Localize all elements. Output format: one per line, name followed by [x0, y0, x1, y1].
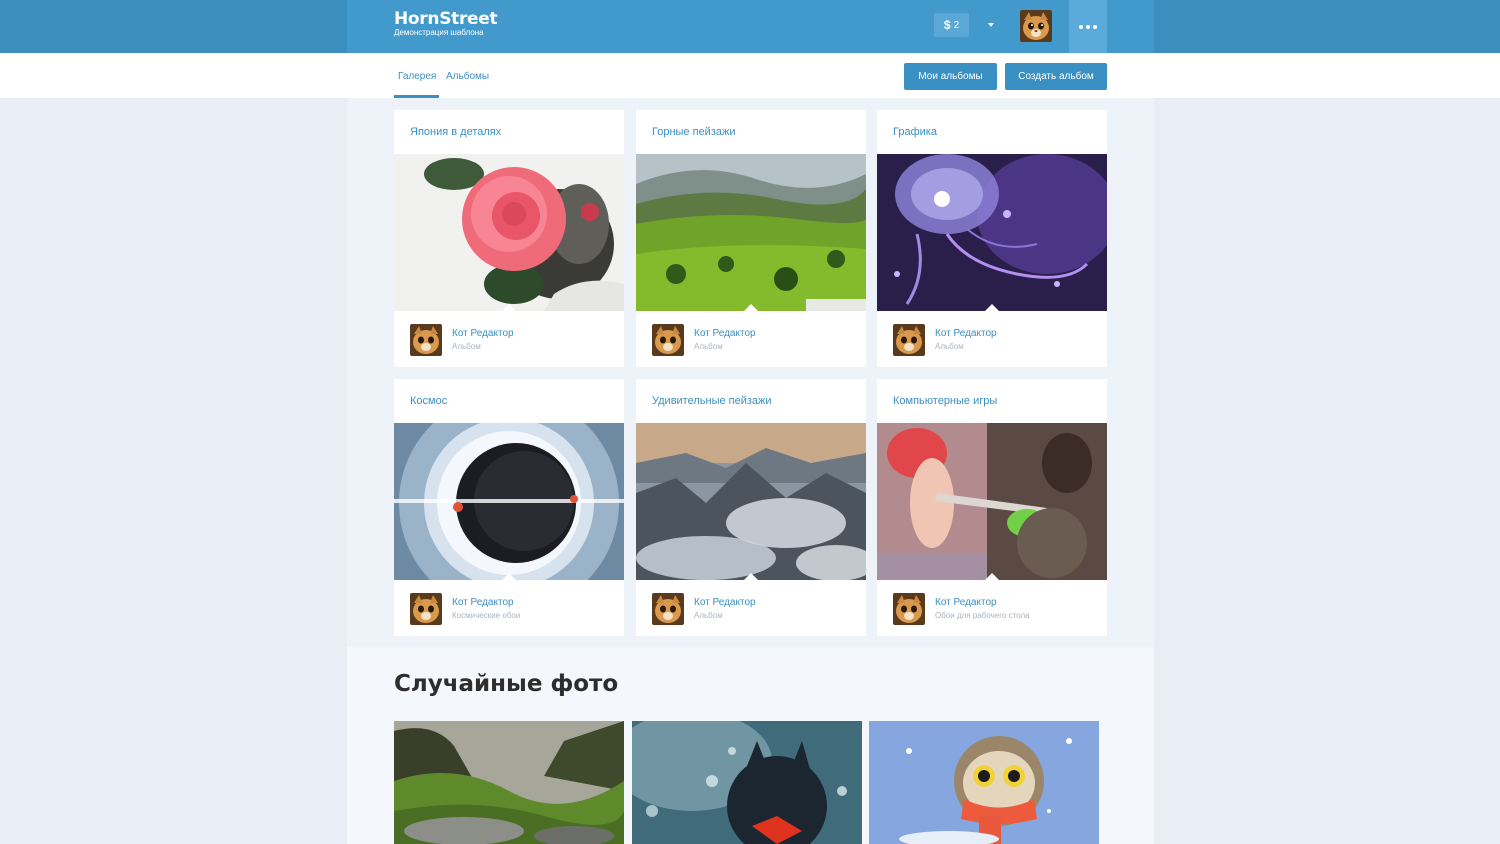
- header: HornStreet Демонстрация шаблона $ 2: [347, 0, 1154, 53]
- album-cover-image[interactable]: [636, 423, 866, 580]
- album-title[interactable]: Япония в деталях: [410, 126, 501, 138]
- notch: [985, 304, 999, 311]
- album-title[interactable]: Горные пейзажи: [652, 126, 736, 138]
- avatar[interactable]: [893, 324, 925, 356]
- random-photo[interactable]: [632, 721, 862, 844]
- album-subtitle: Альбом: [694, 611, 723, 620]
- credits-count: 2: [953, 19, 960, 31]
- album-cover-image[interactable]: [394, 423, 624, 580]
- sub-navigation: Галерея Альбомы Мои альбомы Создать альб…: [0, 53, 1500, 98]
- album-cover-image[interactable]: [877, 423, 1107, 580]
- notch: [502, 304, 516, 311]
- album-title[interactable]: Компьютерные игры: [893, 395, 997, 407]
- avatar[interactable]: [1020, 10, 1052, 42]
- album-subtitle: Альбом: [935, 342, 964, 351]
- album-card[interactable]: Япония в деталях Кот Редактор Альбом: [394, 110, 624, 367]
- album-subtitle: Космические обои: [452, 611, 521, 620]
- album-title[interactable]: Графика: [893, 126, 937, 138]
- logo[interactable]: HornStreet Демонстрация шаблона: [394, 9, 498, 38]
- author-link[interactable]: Кот Редактор: [452, 328, 514, 339]
- album-subtitle: Обои для рабочего стола: [935, 611, 1030, 620]
- dollar-icon: $: [943, 18, 951, 32]
- notch: [985, 573, 999, 580]
- author-link[interactable]: Кот Редактор: [452, 597, 514, 608]
- album-cover-image[interactable]: [636, 154, 866, 311]
- author-link[interactable]: Кот Редактор: [694, 597, 756, 608]
- random-photo[interactable]: [869, 721, 1099, 844]
- album-title[interactable]: Удивительные пейзажи: [652, 395, 772, 407]
- album-card[interactable]: Горные пейзажи Кот Редактор Альбом: [636, 110, 866, 367]
- album-title[interactable]: Космос: [410, 395, 447, 407]
- caret-down-icon[interactable]: [988, 23, 994, 27]
- album-card[interactable]: Удивительные пейзажи Кот Редактор Альбом: [636, 379, 866, 636]
- author-link[interactable]: Кот Редактор: [935, 328, 997, 339]
- create-album-button[interactable]: Создать альбом: [1005, 63, 1107, 90]
- avatar[interactable]: [893, 593, 925, 625]
- my-albums-button[interactable]: Мои альбомы: [904, 63, 997, 90]
- notch: [744, 304, 758, 311]
- album-cover-image[interactable]: [877, 154, 1107, 311]
- album-cover-image[interactable]: [394, 154, 624, 311]
- logo-subtitle: Демонстрация шаблона: [394, 28, 484, 37]
- top-bar: HornStreet Демонстрация шаблона $ 2: [0, 0, 1500, 53]
- credits-button[interactable]: $ 2: [934, 13, 969, 37]
- avatar[interactable]: [652, 324, 684, 356]
- avatar[interactable]: [652, 593, 684, 625]
- album-card[interactable]: Компьютерные игры Кот Редактор Обои для …: [877, 379, 1107, 636]
- album-card[interactable]: Космос Кот Редактор Космические обои: [394, 379, 624, 636]
- avatar[interactable]: [410, 324, 442, 356]
- tab-albums[interactable]: Альбомы: [446, 71, 489, 82]
- notch: [744, 573, 758, 580]
- album-subtitle: Альбом: [694, 342, 723, 351]
- logo-title: HornStreet: [394, 9, 498, 29]
- album-subtitle: Альбом: [452, 342, 481, 351]
- notch: [502, 573, 516, 580]
- more-dots-icon[interactable]: [1069, 0, 1107, 53]
- section-title: Случайные фото: [394, 671, 619, 697]
- tab-gallery[interactable]: Галерея: [398, 71, 436, 82]
- random-photo[interactable]: [394, 721, 624, 844]
- author-link[interactable]: Кот Редактор: [694, 328, 756, 339]
- author-link[interactable]: Кот Редактор: [935, 597, 997, 608]
- album-card[interactable]: Графика Кот Редактор Альбом: [877, 110, 1107, 367]
- avatar[interactable]: [410, 593, 442, 625]
